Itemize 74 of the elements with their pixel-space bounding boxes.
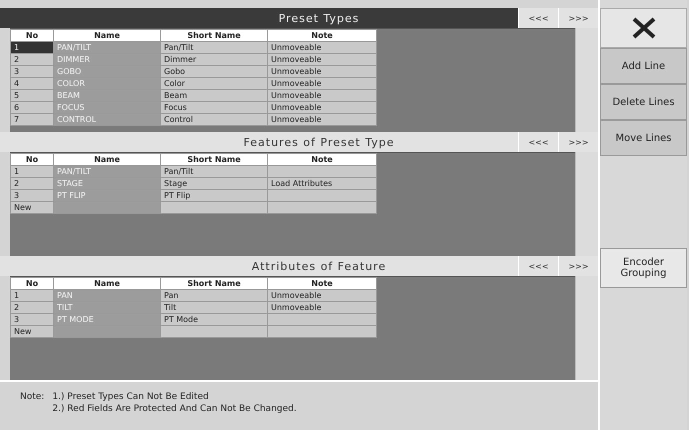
column-header: No (10, 30, 54, 42)
table-cell[interactable]: Unmoveable (268, 114, 376, 126)
table-cell[interactable]: 6 (10, 102, 54, 114)
column-header: Name (54, 278, 160, 290)
scrollbar[interactable] (575, 28, 598, 132)
table-cell[interactable]: Tilt (160, 302, 268, 314)
table-cell[interactable]: Control (160, 114, 268, 126)
table-cell[interactable]: New (10, 326, 54, 338)
note-text: 1.) Preset Types Can Not Be Edited (52, 392, 210, 402)
table-cell[interactable]: PT Flip (160, 190, 268, 202)
table-cell[interactable]: Pan/Tilt (160, 166, 268, 178)
table-cell[interactable]: 2 (10, 302, 54, 314)
table-cell[interactable] (54, 202, 160, 214)
table-cell[interactable]: Unmoveable (268, 66, 376, 78)
note-label: Note: (20, 392, 44, 404)
table-cell[interactable]: 4 (10, 78, 54, 90)
table-cell[interactable]: 3 (10, 190, 54, 202)
table-cell[interactable]: 1 (10, 42, 54, 54)
table-cell[interactable] (268, 166, 376, 178)
table-cell[interactable] (268, 190, 376, 202)
table-cell[interactable]: Unmoveable (268, 290, 376, 302)
table-cell[interactable]: 3 (10, 66, 54, 78)
column-header: Note (268, 278, 376, 290)
section-title: Attributes of Feature (250, 258, 388, 274)
table-cell[interactable]: Gobo (160, 66, 268, 78)
table-cell[interactable]: Unmoveable (268, 102, 376, 114)
scrollbar[interactable] (575, 152, 598, 256)
table-cell[interactable] (160, 326, 268, 338)
table-cell[interactable]: Focus (160, 102, 268, 114)
close-icon (630, 17, 656, 39)
side-button[interactable]: Move Lines (600, 120, 687, 156)
close-button[interactable] (600, 8, 687, 48)
table-cell[interactable] (268, 326, 376, 338)
scrollbar[interactable] (575, 276, 598, 380)
column-header: No (10, 278, 54, 290)
encoder-grouping-button[interactable]: Encoder Grouping (600, 248, 687, 288)
table-cell[interactable]: Unmoveable (268, 54, 376, 66)
column-header: Short Name (160, 278, 268, 290)
section-title: Features of Preset Type (242, 134, 396, 150)
table-cell[interactable]: 1 (10, 166, 54, 178)
table-cell[interactable]: Load Attributes (268, 178, 376, 190)
table-cell[interactable]: 2 (10, 54, 54, 66)
table-cell[interactable]: Beam (160, 90, 268, 102)
table-cell[interactable] (160, 202, 268, 214)
table-cell[interactable]: 3 (10, 314, 54, 326)
table-cell[interactable] (268, 202, 376, 214)
column-header: Short Name (160, 154, 268, 166)
table-cell[interactable]: 1 (10, 290, 54, 302)
section-title: Preset Types (0, 8, 518, 28)
column-header: Name (54, 30, 160, 42)
table-cell[interactable]: Pan (160, 290, 268, 302)
table-cell[interactable]: New (10, 202, 54, 214)
table-cell[interactable] (54, 326, 160, 338)
table-cell[interactable]: Unmoveable (268, 42, 376, 54)
table-cell[interactable]: PT Mode (160, 314, 268, 326)
column-header: Note (268, 30, 376, 42)
side-button[interactable]: Delete Lines (600, 84, 687, 120)
table-cell[interactable]: Unmoveable (268, 302, 376, 314)
table-cell[interactable]: Stage (160, 178, 268, 190)
note-text: 2.) Red Fields Are Protected And Can Not Be Changed. (52, 404, 297, 414)
table-cell[interactable]: Dimmer (160, 54, 268, 66)
column-header: Short Name (160, 30, 268, 42)
table-cell[interactable]: Unmoveable (268, 78, 376, 90)
table-cell[interactable]: 7 (10, 114, 54, 126)
table-cell[interactable]: Pan/Tilt (160, 42, 268, 54)
table-cell[interactable]: 2 (10, 178, 54, 190)
side-button[interactable]: Add Line (600, 48, 687, 84)
column-header: No (10, 154, 54, 166)
table-cell[interactable]: Unmoveable (268, 90, 376, 102)
column-header: Note (268, 154, 376, 166)
table-cell[interactable] (268, 314, 376, 326)
table-cell[interactable]: 5 (10, 90, 54, 102)
column-header: Name (54, 154, 160, 166)
table-cell[interactable]: Color (160, 78, 268, 90)
